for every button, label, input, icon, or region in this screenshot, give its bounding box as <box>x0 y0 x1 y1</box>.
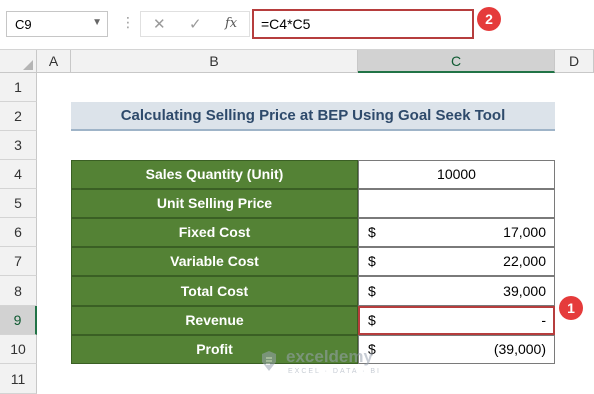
watermark-name: exceldemy <box>286 347 373 366</box>
value-variable-cost[interactable]: $ 22,000 <box>358 247 555 276</box>
column-header-c[interactable]: C <box>358 50 555 73</box>
row-header-3[interactable]: 3 <box>0 131 37 160</box>
label-sales-quantity[interactable]: Sales Quantity (Unit) <box>71 160 358 189</box>
cell-value: 39,000 <box>503 283 546 299</box>
selected-cell-outline <box>358 306 555 335</box>
formula-text: =C4*C5 <box>261 16 311 32</box>
cancel-icon[interactable]: ✕ <box>153 15 166 33</box>
column-header-b[interactable]: B <box>71 50 358 73</box>
currency-symbol: $ <box>368 283 376 299</box>
column-header-a[interactable]: A <box>37 50 71 73</box>
column-header-row: A B C D <box>0 50 594 73</box>
annotation-badge-1: 1 <box>559 296 583 320</box>
formula-input[interactable]: =C4*C5 <box>252 9 474 39</box>
row-header-8[interactable]: 8 <box>0 276 37 306</box>
row-header-10[interactable]: 10 <box>0 335 37 364</box>
currency-symbol: $ <box>368 224 376 240</box>
label-revenue[interactable]: Revenue <box>71 306 358 335</box>
enter-icon[interactable]: ✓ <box>189 15 202 33</box>
row-header-7[interactable]: 7 <box>0 247 37 276</box>
name-box-value: C9 <box>15 17 32 32</box>
label-fixed-cost[interactable]: Fixed Cost <box>71 218 358 247</box>
value-total-cost[interactable]: $ 39,000 <box>358 276 555 306</box>
watermark-tagline: EXCEL · DATA · BI <box>288 368 381 375</box>
select-all-icon <box>23 60 33 70</box>
row-header-1[interactable]: 1 <box>0 73 37 102</box>
sheet-title[interactable]: Calculating Selling Price at BEP Using G… <box>71 102 555 131</box>
row-header-4[interactable]: 4 <box>0 160 37 189</box>
annotation-badge-2: 2 <box>477 7 501 31</box>
row-header-9[interactable]: 9 <box>0 306 37 335</box>
formula-bar: C9 ▼ ⋮ ✕ ✓ fx =C4*C5 2 <box>0 0 594 50</box>
label-unit-selling-price[interactable]: Unit Selling Price <box>71 189 358 218</box>
exceldemy-logo-icon <box>262 351 276 371</box>
cell-value: 10000 <box>437 166 476 182</box>
insert-function-icon[interactable]: fx <box>225 16 237 31</box>
row-header-6[interactable]: 6 <box>0 218 37 247</box>
cell-value: (39,000) <box>493 341 546 357</box>
select-all-corner[interactable] <box>0 50 37 73</box>
currency-symbol: $ <box>368 253 376 269</box>
vertical-dots-icon[interactable]: ⋮ <box>121 14 135 31</box>
row-header-5[interactable]: 5 <box>0 189 37 218</box>
row-header-11[interactable]: 11 <box>0 364 37 394</box>
label-variable-cost[interactable]: Variable Cost <box>71 247 358 276</box>
value-sales-quantity[interactable]: 10000 <box>358 160 555 189</box>
cell-value: 17,000 <box>503 224 546 240</box>
value-fixed-cost[interactable]: $ 17,000 <box>358 218 555 247</box>
column-header-d[interactable]: D <box>555 50 594 73</box>
name-box[interactable]: C9 ▼ <box>6 11 108 37</box>
cell-value: 22,000 <box>503 253 546 269</box>
row-header-2[interactable]: 2 <box>0 102 37 131</box>
label-total-cost[interactable]: Total Cost <box>71 276 358 306</box>
value-unit-selling-price[interactable] <box>358 189 555 218</box>
formula-buttons: ✕ ✓ fx <box>140 11 250 37</box>
chevron-down-icon[interactable]: ▼ <box>92 17 102 28</box>
exceldemy-watermark: exceldemy EXCEL · DATA · BI <box>258 344 398 382</box>
